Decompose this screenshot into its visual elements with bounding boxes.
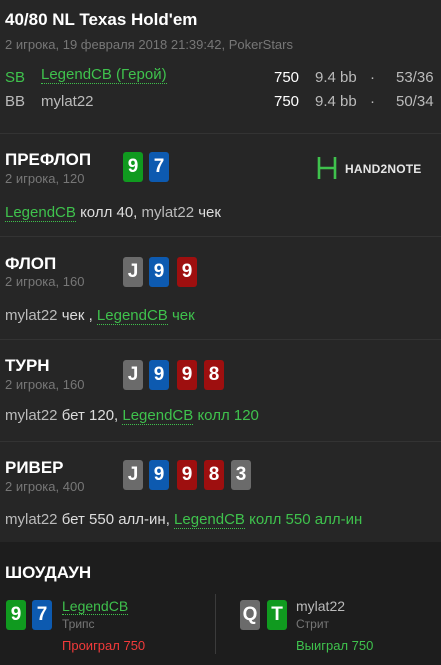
action-text: колл 120 bbox=[193, 407, 259, 424]
action-text: чек bbox=[194, 204, 221, 221]
card: 9 bbox=[177, 460, 197, 490]
action-text: колл 550 алл-ин bbox=[244, 511, 363, 528]
card: 7 bbox=[149, 152, 169, 182]
card: J bbox=[123, 257, 143, 287]
street-flop: ФЛОП 2 игрока, 160 J 9 9 mylat22 чек , L… bbox=[0, 237, 441, 339]
player-name-hero[interactable]: LegendCB (Герой) bbox=[41, 66, 167, 84]
player-name: mylat22 bbox=[5, 511, 58, 528]
player-link[interactable]: LegendCB bbox=[5, 204, 76, 222]
action-text: чек , bbox=[57, 307, 97, 324]
hand-subtitle: 2 игрока, 19 февраля 2018 21:39:42, Poke… bbox=[5, 37, 293, 52]
hand2note-logo-text: HAND2NOTE bbox=[345, 162, 422, 176]
seat-position-bb: BB bbox=[5, 93, 26, 110]
action-text: чек bbox=[167, 307, 195, 324]
street-pot: 2 игрока, 400 bbox=[5, 479, 85, 494]
street-river: РИВЕР 2 игрока, 400 J 9 9 8 3 mylat22 бе… bbox=[0, 442, 441, 542]
player-bb: 9.4 bb bbox=[315, 93, 357, 110]
street-actions: LegendCB колл 40, mylat22 чек bbox=[5, 204, 221, 222]
street-pot: 2 игрока, 160 bbox=[5, 274, 85, 289]
stats-separator: · bbox=[370, 93, 375, 110]
player-name: mylat22 bbox=[141, 204, 195, 221]
street-title: ФЛОП bbox=[5, 254, 57, 273]
card: 9 bbox=[6, 600, 26, 630]
result-text: Проиграл 750 bbox=[62, 638, 146, 653]
hand-title: 40/80 NL Texas Hold'em bbox=[5, 10, 198, 29]
player-stack: 750 bbox=[274, 93, 300, 110]
player-link[interactable]: LegendCB bbox=[174, 511, 245, 529]
street-actions: mylat22 бет 550 алл-ин, LegendCB колл 55… bbox=[5, 511, 363, 529]
street-title: ТУРН bbox=[5, 356, 50, 375]
player-name: mylat22 bbox=[41, 93, 94, 110]
hand-rank: Стрит bbox=[296, 617, 330, 631]
player-link[interactable]: LegendCB bbox=[96, 307, 168, 325]
player-link[interactable]: LegendCB bbox=[62, 598, 129, 615]
player-link[interactable]: LegendCB bbox=[122, 407, 194, 425]
street-turn: ТУРН 2 игрока, 160 J 9 9 8 mylat22 бет 1… bbox=[0, 340, 441, 441]
street-pot: 2 игрока, 120 bbox=[5, 171, 85, 186]
card: 7 bbox=[32, 600, 52, 630]
street-pot: 2 игрока, 160 bbox=[5, 377, 85, 392]
card: 9 bbox=[149, 460, 169, 490]
hand-header: 40/80 NL Texas Hold'em 2 игрока, 19 февр… bbox=[0, 0, 441, 133]
street-actions: mylat22 чек , LegendCB чек bbox=[5, 307, 195, 325]
card: J bbox=[123, 360, 143, 390]
card: 9 bbox=[149, 257, 169, 287]
street-title: РИВЕР bbox=[5, 458, 64, 477]
street-title: ПРЕФЛОП bbox=[5, 150, 92, 169]
card: 9 bbox=[123, 152, 143, 182]
player-bb: 9.4 bb bbox=[315, 69, 357, 86]
action-text: колл 40, bbox=[75, 204, 142, 221]
card: 9 bbox=[177, 257, 197, 287]
showdown-divider bbox=[215, 594, 216, 654]
card: J bbox=[123, 460, 143, 490]
player-stats: 50/34 bbox=[396, 93, 434, 110]
player-name: mylat22 bbox=[296, 598, 346, 614]
result-text: Выиграл 750 bbox=[296, 638, 374, 653]
card: 8 bbox=[204, 360, 224, 390]
card: 8 bbox=[204, 460, 224, 490]
showdown-title: ШОУДАУН bbox=[5, 563, 92, 582]
card: T bbox=[267, 600, 287, 630]
street-preflop: ПРЕФЛОП 2 игрока, 120 9 7 HAND2NOTE Lege… bbox=[0, 134, 441, 236]
hand2note-logo-icon bbox=[317, 157, 337, 179]
hand-rank: Трипс bbox=[62, 617, 95, 631]
street-actions: mylat22 бет 120, LegendCB колл 120 bbox=[5, 407, 259, 425]
player-name: mylat22 bbox=[5, 407, 58, 424]
showdown-section: ШОУДАУН 9 7 LegendCB Трипс Проиграл 750 … bbox=[0, 542, 441, 665]
stats-separator: · bbox=[370, 69, 375, 86]
action-text: бет 550 алл-ин, bbox=[57, 511, 175, 528]
action-text: бет 120, bbox=[57, 407, 123, 424]
card: 9 bbox=[177, 360, 197, 390]
card: Q bbox=[240, 600, 260, 630]
player-stats: 53/36 bbox=[396, 69, 434, 86]
player-name: mylat22 bbox=[5, 307, 58, 324]
card: 3 bbox=[231, 460, 251, 490]
player-stack: 750 bbox=[274, 69, 300, 86]
seat-position-sb: SB bbox=[5, 69, 26, 86]
card: 9 bbox=[149, 360, 169, 390]
